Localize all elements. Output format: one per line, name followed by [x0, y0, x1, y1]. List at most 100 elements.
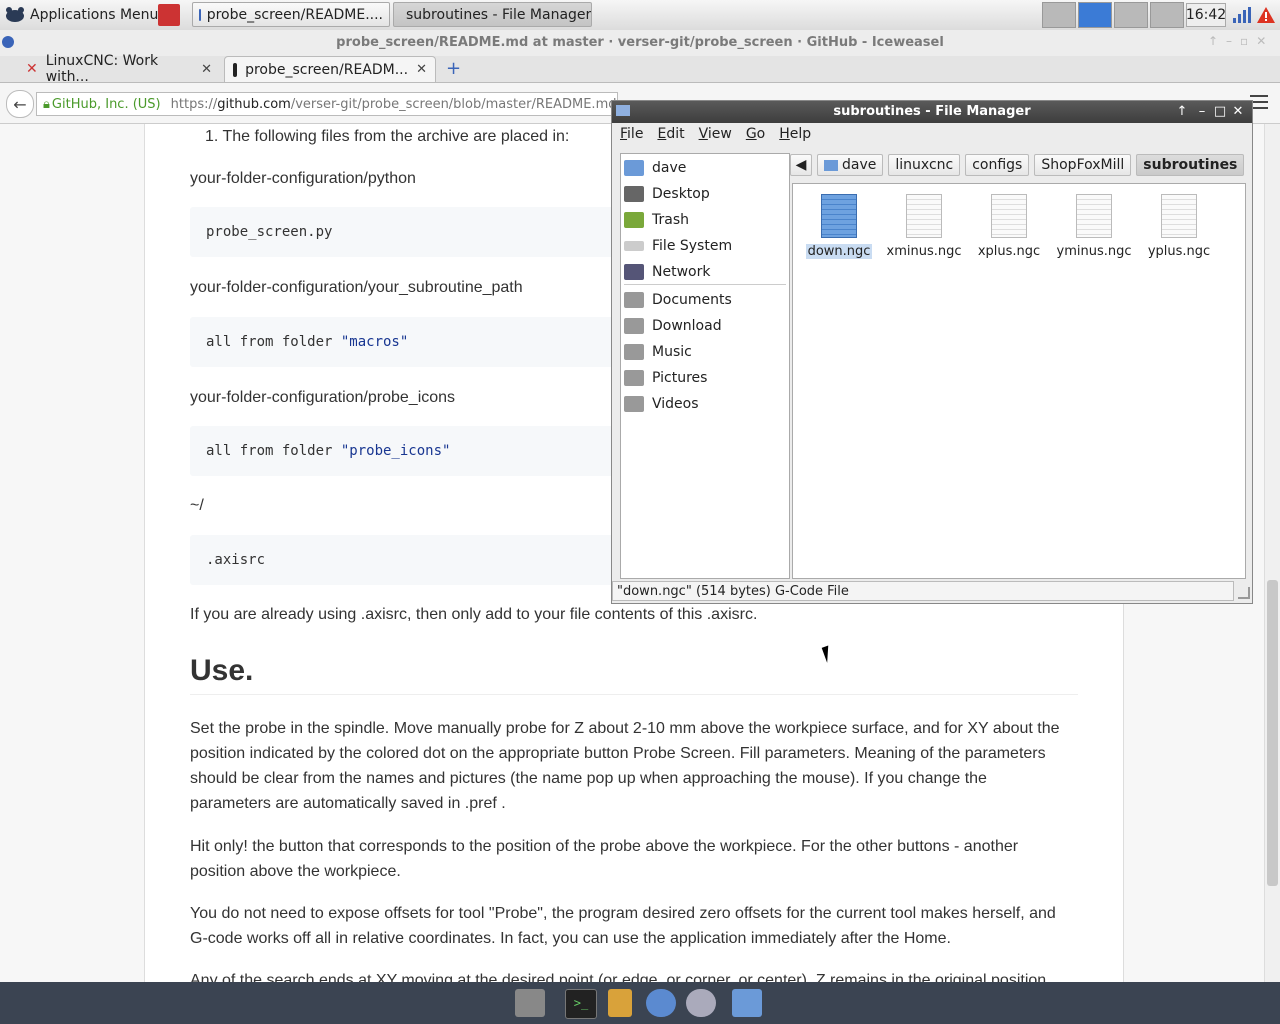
axisrc-note: If you are already using .axisrc, then o… — [190, 606, 758, 623]
task-file-manager[interactable]: subroutines - File Manager — [393, 2, 592, 27]
sidebar-item-dave[interactable]: dave — [624, 156, 786, 180]
tab-linuxcnc-label: LinuxCNC: Work with... — [45, 53, 159, 85]
breadcrumb-label: configs — [972, 157, 1023, 173]
menu-file[interactable]: File — [620, 126, 643, 142]
file-cabinet-icon[interactable] — [608, 989, 632, 1017]
home-folder-icon — [624, 160, 644, 176]
sidebar-item-label: File System — [652, 238, 733, 254]
terminal-icon[interactable]: >_ — [565, 989, 597, 1019]
url-prefix: https:// — [170, 96, 218, 112]
sidebar-item-label: Documents — [652, 292, 732, 308]
menu-help[interactable]: Help — [779, 126, 811, 142]
file-item[interactable]: yminus.ngc — [1054, 194, 1134, 259]
code-text: all from folder — [206, 334, 341, 350]
breadcrumb-shopfoxmill[interactable]: ShopFoxMill — [1034, 154, 1132, 176]
task-browser[interactable]: probe_screen/README.... — [192, 2, 390, 27]
sidebar-item-network[interactable]: Network — [624, 260, 786, 284]
show-desktop-icon[interactable] — [515, 989, 545, 1017]
applications-menu-button[interactable]: Applications Menu — [4, 3, 158, 27]
folder-icon[interactable] — [732, 989, 762, 1017]
logout-icon[interactable] — [158, 4, 180, 26]
workspace-3[interactable] — [1114, 2, 1148, 28]
paragraph: Hit only! the button that corresponds to… — [190, 838, 1019, 880]
url-path: /verser-git/probe_screen/blob/master/REA… — [290, 96, 617, 112]
maximize-icon[interactable]: □ — [1212, 103, 1228, 121]
folder-icon — [624, 396, 644, 412]
paragraph: You do not need to expose offsets for to… — [190, 905, 1056, 947]
search-icon[interactable] — [686, 989, 716, 1017]
new-tab-icon[interactable]: + — [446, 58, 461, 79]
url-bar[interactable]: 🔒︎ GitHub, Inc. (US) https://github.com/… — [36, 92, 618, 116]
close-icon[interactable]: ✕ — [416, 62, 427, 77]
folder-icon — [616, 105, 630, 116]
tab-linuxcnc[interactable]: ✕ LinuxCNC: Work with... ✕ — [18, 53, 220, 85]
iceweasel-icon — [199, 8, 201, 21]
breadcrumb-back-button[interactable]: ◀ — [790, 154, 812, 176]
breadcrumb-dave[interactable]: dave — [817, 154, 884, 176]
file-item[interactable]: down.ngc — [799, 194, 879, 259]
workspace-1[interactable] — [1042, 2, 1076, 28]
sidebar-item-label: Desktop — [652, 186, 710, 202]
sidebar-item-label: Trash — [652, 212, 689, 228]
sidebar-item-videos[interactable]: Videos — [624, 392, 786, 416]
xfce-mouse-icon — [6, 7, 24, 22]
menu-view[interactable]: View — [699, 126, 732, 142]
page-scrollbar[interactable] — [1264, 124, 1280, 982]
back-button[interactable]: ← — [6, 90, 34, 118]
sidebar-item-documents[interactable]: Documents — [624, 288, 786, 312]
home-folder-icon — [824, 159, 838, 171]
breadcrumb-linuxcnc[interactable]: linuxcnc — [888, 154, 961, 176]
sidebar-item-trash[interactable]: Trash — [624, 208, 786, 232]
code-string: "probe_icons" — [340, 443, 451, 459]
network-signal-icon[interactable] — [1232, 6, 1252, 24]
folder-icon — [624, 318, 644, 334]
status-bar: "down.ngc" (514 bytes) G-Code File — [612, 581, 1234, 601]
folder-icon — [624, 370, 644, 386]
trash-icon — [624, 212, 644, 228]
sidebar-item-pictures[interactable]: Pictures — [624, 366, 786, 390]
gcode-file-icon — [906, 194, 942, 238]
menu-edit[interactable]: Edit — [657, 126, 684, 142]
clock[interactable]: 16:42 — [1186, 3, 1226, 27]
sidebar-item-desktop[interactable]: Desktop — [624, 182, 786, 206]
close-icon[interactable]: ✕ — [1230, 103, 1246, 121]
browser-window-controls[interactable]: ↑–▫✕ — [1208, 34, 1274, 48]
sidebar-item-label: dave — [652, 160, 687, 176]
sidebar-item-file-system[interactable]: File System — [624, 234, 786, 258]
url-text: https://github.com/verser-git/probe_scre… — [161, 97, 617, 112]
code-block-macros: all from folder "macros" — [190, 317, 670, 367]
minimize-icon[interactable]: – — [1194, 103, 1210, 121]
workspace-2[interactable] — [1078, 2, 1112, 28]
sidebar-item-music[interactable]: Music — [624, 340, 786, 364]
keep-above-icon[interactable]: ↑ — [1174, 103, 1190, 121]
file-name: xminus.ngc — [886, 244, 962, 259]
file-name: yminus.ngc — [1056, 244, 1132, 259]
scroll-thumb[interactable] — [1267, 580, 1278, 886]
breadcrumb-subroutines[interactable]: subroutines — [1136, 154, 1245, 176]
code-text: .axisrc — [206, 552, 266, 568]
file-item[interactable]: xminus.ngc — [884, 194, 964, 259]
tab-probe-screen[interactable]: probe_screen/READM... ✕ — [224, 56, 436, 82]
breadcrumb-label: subroutines — [1143, 157, 1238, 173]
resize-grip-icon[interactable] — [1238, 587, 1250, 599]
arrow-left-icon: ← — [13, 94, 27, 114]
browser-tab-strip: ✕ LinuxCNC: Work with... ✕ probe_screen/… — [0, 53, 1280, 85]
file-name: yplus.ngc — [1147, 244, 1211, 259]
workspace-4[interactable] — [1150, 2, 1184, 28]
file-view[interactable]: down.ngc xminus.ngc xplus.ngc yminus.ngc… — [792, 183, 1246, 579]
file-item[interactable]: xplus.ngc — [969, 194, 1049, 259]
menu-go[interactable]: Go — [746, 126, 765, 142]
security-identity[interactable]: GitHub, Inc. (US) — [50, 97, 161, 112]
breadcrumb-configs[interactable]: configs — [965, 154, 1030, 176]
code-string: "macros" — [340, 334, 409, 350]
use-heading: Use. — [190, 654, 1078, 695]
desktop-icon — [624, 186, 644, 202]
file-manager-title[interactable]: subroutines - File Manager — [612, 101, 1252, 123]
web-browser-icon[interactable] — [646, 989, 676, 1017]
sidebar-item-download[interactable]: Download — [624, 314, 786, 338]
top-panel: Applications Menu probe_screen/README...… — [0, 0, 1280, 31]
file-item[interactable]: yplus.ngc — [1139, 194, 1219, 259]
warning-icon[interactable] — [1256, 6, 1276, 24]
file-manager-window: subroutines - File Manager ↑ – □ ✕ File … — [611, 100, 1253, 604]
close-icon[interactable]: ✕ — [201, 62, 212, 77]
